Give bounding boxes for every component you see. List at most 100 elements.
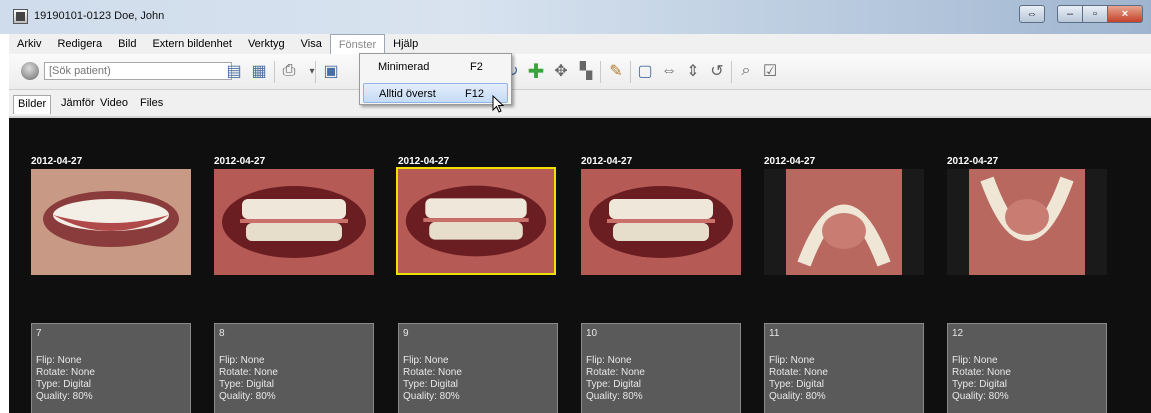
image-gallery: 2012-04-27 7 Flip: None Rotate: None Type: D… — [9, 116, 1151, 413]
checklist-icon[interactable]: ☑ — [760, 61, 780, 81]
menu-fonster[interactable]: Fönster — [329, 34, 386, 54]
image-quality: Quality: 80% — [952, 391, 1009, 402]
image-thumbnail[interactable] — [947, 169, 1107, 275]
menu-item-shortcut: F12 — [465, 88, 484, 100]
image-type: Type: Digital — [769, 379, 825, 390]
resize-icon[interactable]: ▚ — [576, 61, 596, 81]
image-number: 9 — [403, 328, 409, 339]
window-title: 19190101-0123 Doe, John — [34, 10, 165, 22]
menu-redigera[interactable]: Redigera — [49, 34, 110, 54]
tab-files[interactable]: Files — [136, 95, 167, 114]
toolbar: ▤ ▦ ⎙ ▾ ▣ ↻ ✚ ✥ ▚ ✎ ▢ ⇔ ⇕ ↺ ⌕ ☑ — [9, 54, 1151, 90]
toolbar-separator — [630, 61, 631, 83]
close-button[interactable]: × — [1107, 5, 1143, 23]
image-date: 2012-04-27 — [31, 156, 83, 167]
image-date: 2012-04-27 — [581, 156, 633, 167]
menu-hjalp[interactable]: Hjälp — [385, 34, 426, 54]
toolbar-separator — [274, 61, 275, 83]
menu-arkiv[interactable]: Arkiv — [9, 34, 49, 54]
menu-item-label: Alltid överst — [379, 88, 436, 100]
image-quality: Quality: 80% — [403, 391, 460, 402]
add-icon[interactable]: ✚ — [526, 61, 546, 83]
flip-vertical-icon[interactable]: ⇕ — [683, 61, 703, 81]
image-date: 2012-04-27 — [947, 156, 999, 167]
image-number: 7 — [36, 328, 42, 339]
menu-bar: Arkiv Redigera Bild Extern bildenhet Ver… — [9, 34, 1151, 54]
image-flip: Flip: None — [403, 355, 449, 366]
rotate-image-icon[interactable]: ↺ — [707, 61, 727, 81]
image-type: Type: Digital — [586, 379, 642, 390]
menu-item-label: Minimerad — [378, 61, 430, 73]
image-type: Type: Digital — [36, 379, 92, 390]
image-number: 10 — [586, 328, 598, 339]
zoom-window-icon[interactable]: ▢ — [635, 61, 655, 81]
minimize-button[interactable]: – — [1057, 5, 1083, 23]
search-patient-input[interactable] — [44, 62, 232, 80]
restore-icon[interactable]: ⇔ — [1019, 5, 1045, 23]
mouse-cursor-icon — [492, 95, 505, 113]
move-icon[interactable]: ✥ — [551, 61, 571, 81]
image-thumbnail[interactable] — [31, 169, 191, 275]
menu-verktyg[interactable]: Verktyg — [240, 34, 293, 54]
maximize-button[interactable]: ▫ — [1082, 5, 1108, 23]
image-thumbnail[interactable] — [396, 167, 556, 275]
grid-view-icon[interactable]: ▦ — [249, 61, 269, 81]
image-thumbnail[interactable] — [581, 169, 741, 275]
image-rotate: Rotate: None — [952, 367, 1011, 378]
image-type: Type: Digital — [952, 379, 1008, 390]
image-date: 2012-04-27 — [398, 156, 450, 167]
patient-icon[interactable] — [21, 62, 39, 80]
image-info-panel[interactable]: 8 Flip: None Rotate: None Type: Digital Qual… — [214, 323, 374, 413]
menu-visa[interactable]: Visa — [293, 34, 330, 54]
image-info-panel[interactable]: 12 Flip: None Rotate: None Type: Digital Qua… — [947, 323, 1107, 413]
image-rotate: Rotate: None — [219, 367, 278, 378]
image-number: 12 — [952, 328, 964, 339]
image-number: 8 — [219, 328, 225, 339]
image-type: Type: Digital — [403, 379, 459, 390]
image-quality: Quality: 80% — [36, 391, 93, 402]
image-date: 2012-04-27 — [214, 156, 266, 167]
image-rotate: Rotate: None — [36, 367, 95, 378]
patient-card-icon[interactable]: ▤ — [224, 61, 244, 81]
toolbar-separator — [600, 61, 601, 83]
image-info-panel[interactable]: 11 Flip: None Rotate: None Type: Digital Qua… — [764, 323, 924, 413]
magnifier-icon[interactable]: ⌕ — [736, 61, 756, 81]
image-thumbnail[interactable] — [214, 169, 374, 275]
image-quality: Quality: 80% — [219, 391, 276, 402]
image-flip: Flip: None — [769, 355, 815, 366]
tab-jamfor[interactable]: Jämför — [57, 95, 99, 114]
toolbar-separator — [315, 61, 316, 83]
fonster-dropdown: Minimerad F2 Alltid överst F12 — [359, 53, 512, 105]
image-info-panel[interactable]: 10 Flip: None Rotate: None Type: Digital Qua… — [581, 323, 741, 413]
tab-video[interactable]: Video — [96, 95, 132, 114]
flip-horizontal-icon[interactable]: ⇔ — [659, 61, 679, 81]
image-type: Type: Digital — [219, 379, 275, 390]
edit-icon[interactable]: ✎ — [606, 61, 626, 81]
tab-bar: Bilder Jämför Video Files — [9, 90, 1151, 116]
image-flip: Flip: None — [952, 355, 998, 366]
app-icon — [13, 9, 28, 24]
image-date: 2012-04-27 — [764, 156, 816, 167]
image-rotate: Rotate: None — [586, 367, 645, 378]
print-dropdown-icon[interactable]: ▾ — [302, 61, 322, 81]
image-info-panel[interactable]: 9 Flip: None Rotate: None Type: Digital Qual… — [398, 323, 558, 413]
title-bar: 19190101-0123 Doe, John ⇔ – ▫ × — [0, 0, 1151, 34]
image-flip: Flip: None — [586, 355, 632, 366]
image-quality: Quality: 80% — [769, 391, 826, 402]
save-icon[interactable]: ▣ — [321, 61, 341, 81]
image-rotate: Rotate: None — [769, 367, 828, 378]
menu-item-minimerad[interactable]: Minimerad F2 — [363, 57, 508, 77]
image-quality: Quality: 80% — [586, 391, 643, 402]
print-icon[interactable]: ⎙ — [279, 61, 299, 81]
image-flip: Flip: None — [219, 355, 265, 366]
menu-extern-bildenhet[interactable]: Extern bildenhet — [144, 34, 240, 54]
image-info-panel[interactable]: 7 Flip: None Rotate: None Type: Digital Qual… — [31, 323, 191, 413]
image-number: 11 — [769, 328, 780, 339]
image-thumbnail[interactable] — [764, 169, 924, 275]
image-rotate: Rotate: None — [403, 367, 462, 378]
menu-item-alltid-overst[interactable]: Alltid överst F12 — [363, 83, 508, 103]
menu-bild[interactable]: Bild — [110, 34, 144, 54]
tab-bilder[interactable]: Bilder — [13, 95, 52, 114]
menu-item-shortcut: F2 — [470, 61, 483, 73]
image-flip: Flip: None — [36, 355, 82, 366]
